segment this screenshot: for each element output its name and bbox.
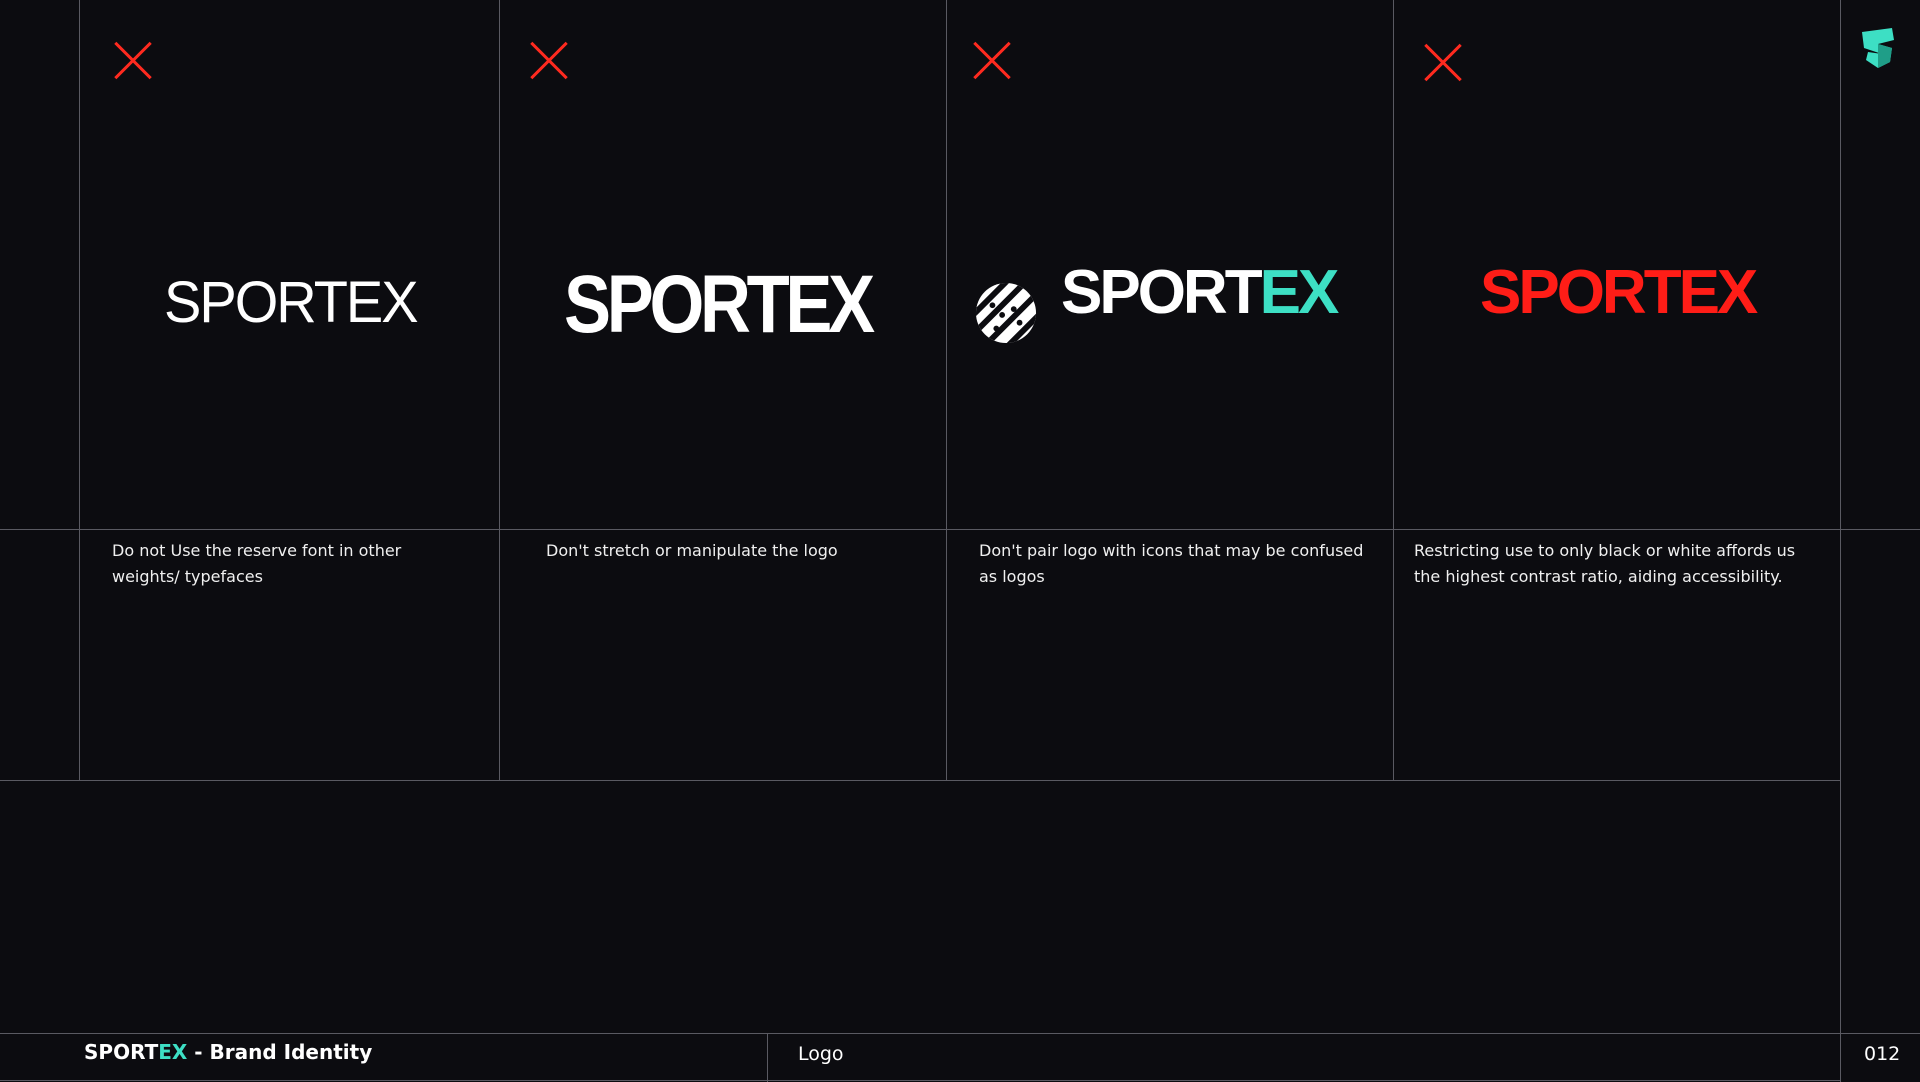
- panel-stretched-logo: SPORTEX: [500, 0, 946, 530]
- footer-brand-suffix: - Brand Identity: [187, 1040, 373, 1064]
- logo-main-text: SPORT: [1061, 258, 1263, 327]
- cross-icon: [1422, 42, 1464, 84]
- grid-line-v5: [1840, 0, 1841, 1082]
- logo-accent-text: EX: [1259, 258, 1340, 327]
- logo-wordmark: SPORTEX: [564, 259, 875, 350]
- cross-icon: [528, 40, 570, 82]
- footer-brand-title: SPORTEX - Brand Identity: [84, 1040, 372, 1064]
- cross-icon: [112, 40, 154, 82]
- footer-section-label: Logo: [798, 1043, 844, 1065]
- panel-wrong-font: SPORTEX: [80, 0, 499, 530]
- logo-wordmark: SPORTEX: [164, 268, 419, 335]
- striped-circle-icon: [975, 282, 1037, 344]
- caption-wrong-font: Do not Use the reserve font in other wei…: [112, 541, 402, 586]
- panel-colored-logo: SPORTEX: [1394, 0, 1840, 530]
- brand-shield-icon: [1862, 28, 1894, 68]
- caption-paired-icon: Don't pair logo with icons that may be c…: [979, 541, 1364, 586]
- logo-wordmark: SPORTEX: [1480, 258, 1758, 327]
- caption-colored-logo: Restricting use to only black or white a…: [1414, 541, 1796, 586]
- footer-brand-main: SPORT: [84, 1040, 159, 1064]
- caption-stretched-logo: Don't stretch or manipulate the logo: [546, 541, 838, 560]
- footer-divider: [767, 1033, 768, 1082]
- cross-icon: [971, 40, 1013, 82]
- grid-line-h2: [0, 780, 1840, 781]
- page-number: 012: [1864, 1043, 1901, 1065]
- panel-paired-icon: SPORTEX: [947, 0, 1393, 530]
- footer-top-line: [0, 1033, 1920, 1034]
- footer-brand-accent: EX: [158, 1040, 188, 1064]
- logo-wordmark: SPORTEX: [1061, 262, 1339, 324]
- footer-bottom-line: [0, 1080, 1840, 1081]
